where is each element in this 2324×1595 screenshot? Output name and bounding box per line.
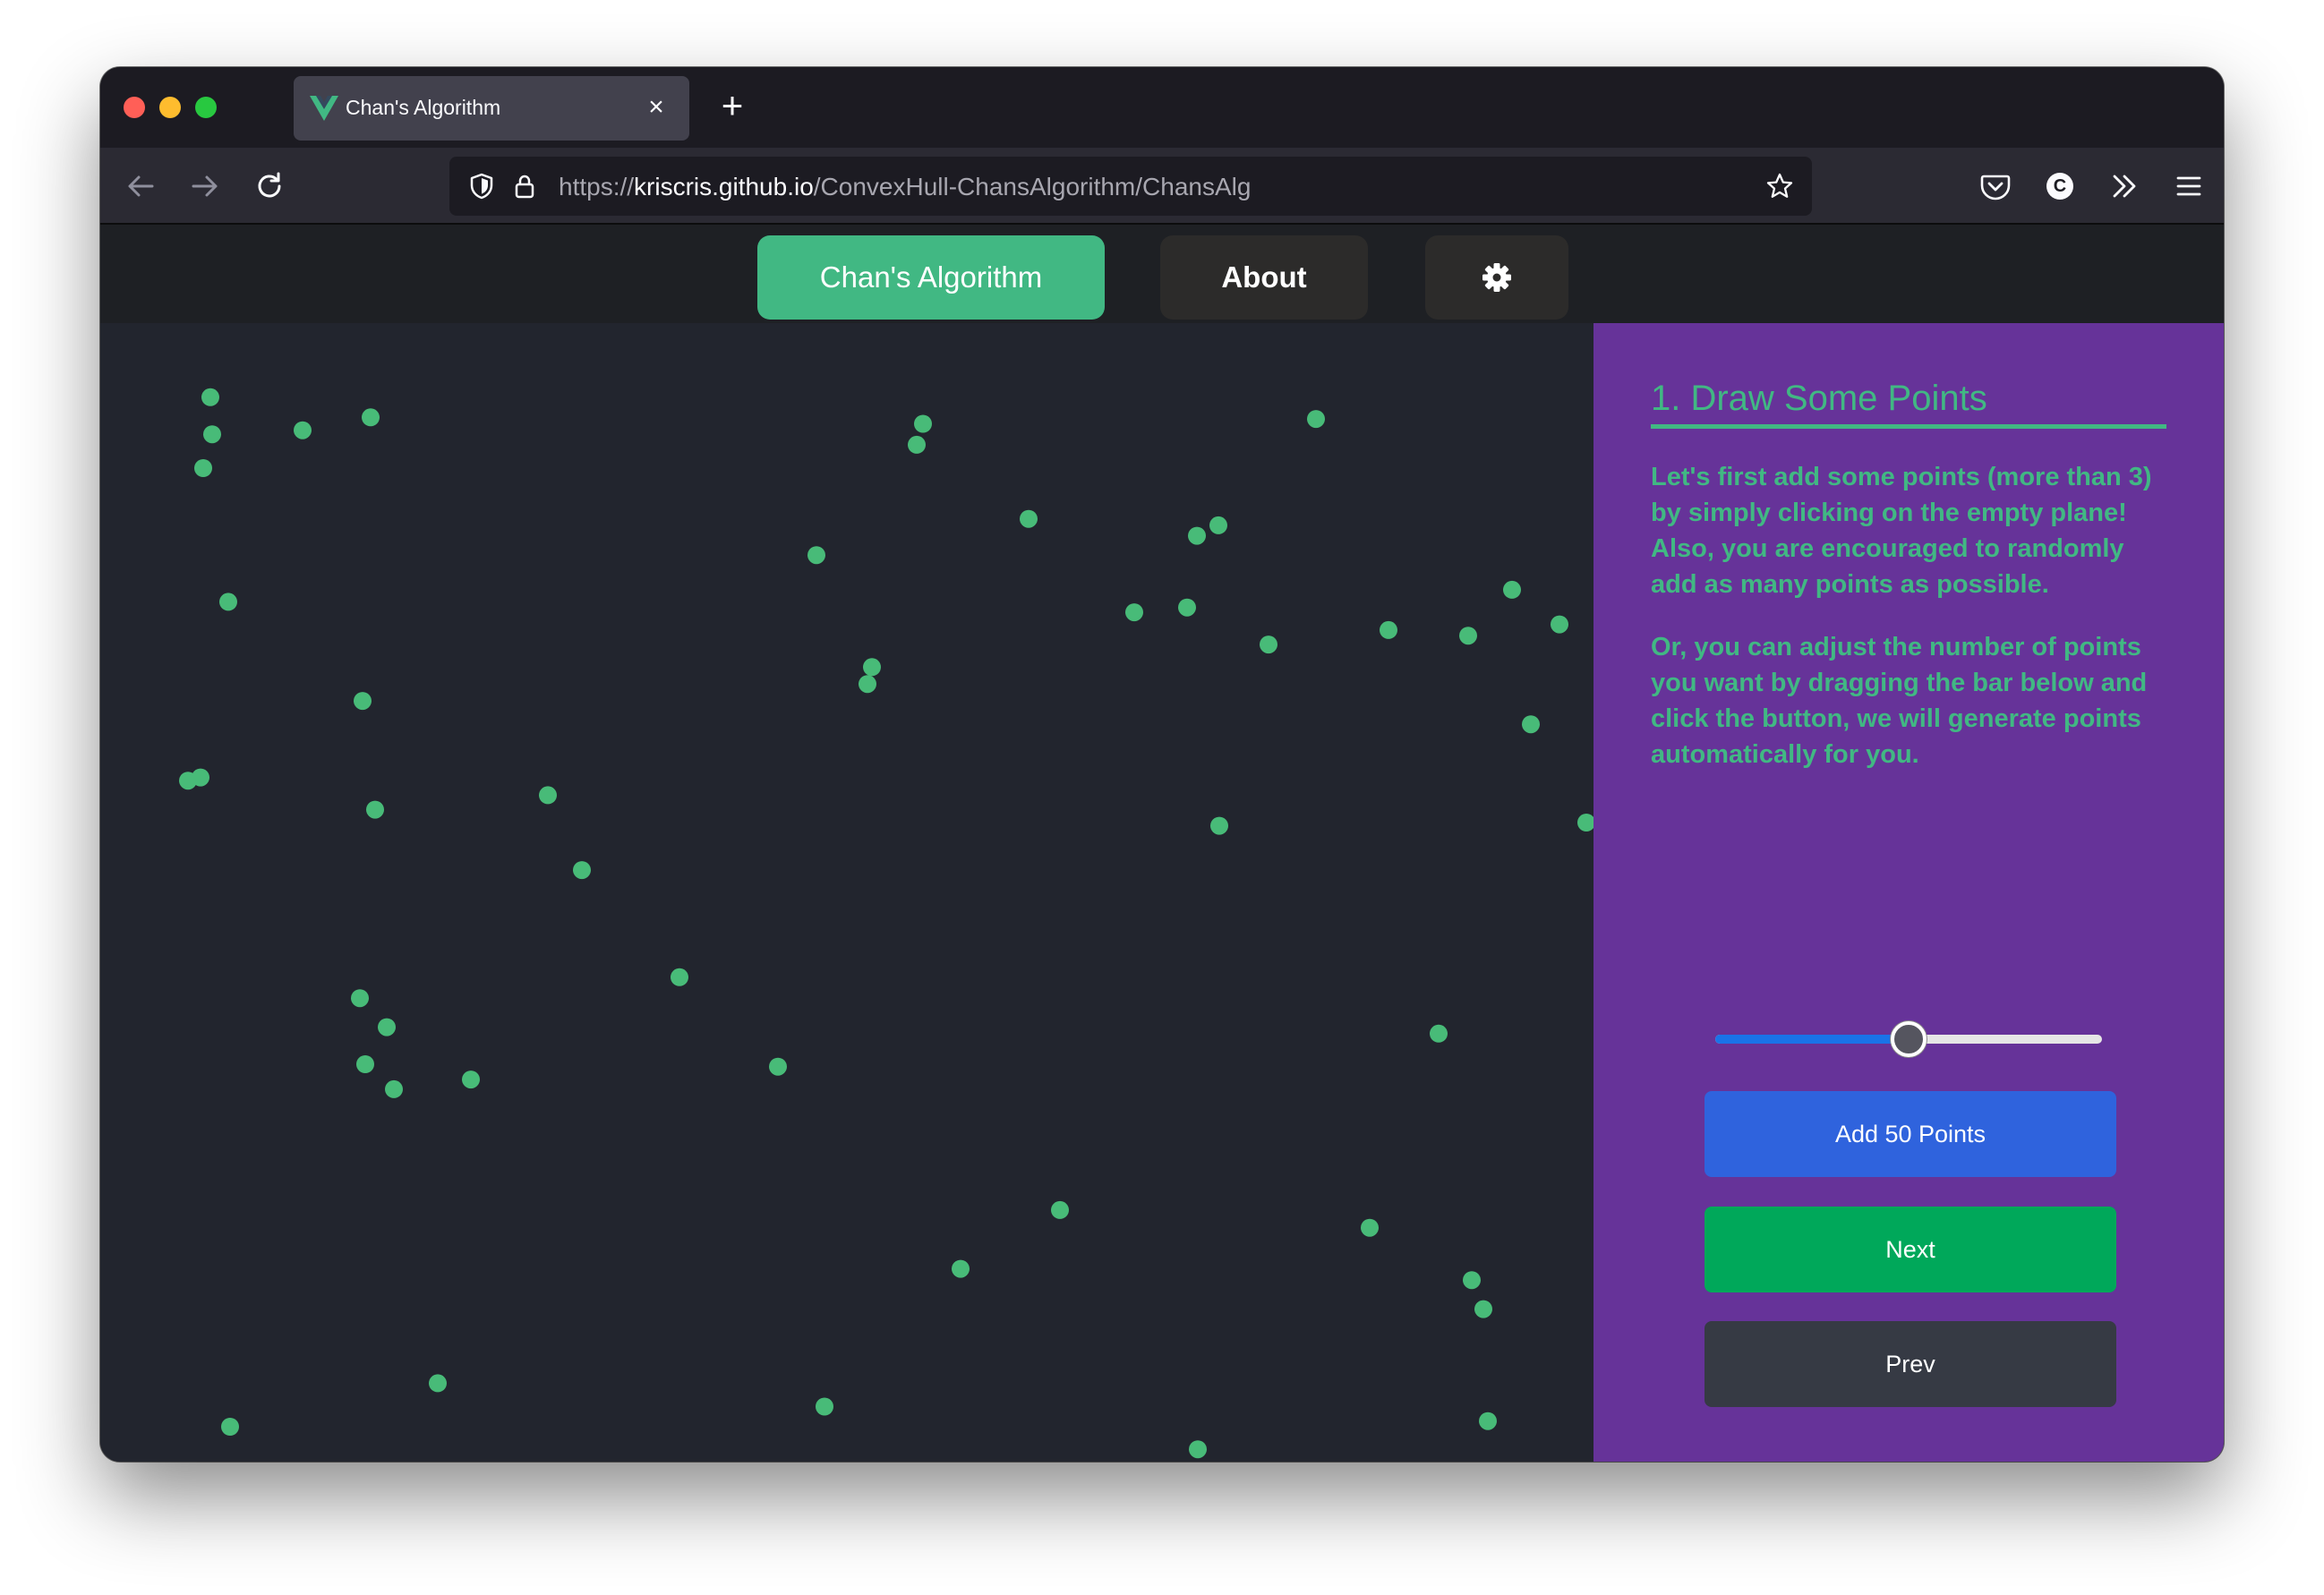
arrow-right-icon	[192, 175, 218, 197]
forward-button[interactable]	[183, 164, 227, 209]
plane-point	[1361, 1218, 1379, 1237]
close-tab-icon[interactable]: ×	[641, 92, 671, 123]
plane-point	[194, 459, 212, 477]
url-host: kriscris.github.io	[634, 173, 814, 200]
plane-point	[1260, 635, 1277, 654]
plane-point	[356, 1055, 374, 1073]
browser-window: Chan's Algorithm × + https://kriscris.gi…	[100, 67, 2224, 1462]
plane-point	[952, 1259, 970, 1278]
plane-point	[219, 593, 237, 611]
lock-icon[interactable]	[510, 172, 539, 200]
plane-point	[1474, 1300, 1492, 1318]
url-scheme: https://	[559, 173, 635, 200]
reload-icon	[258, 172, 281, 198]
plane-point	[539, 786, 557, 805]
plane-point	[671, 968, 688, 986]
points-count-slider[interactable]	[1715, 1021, 2102, 1057]
plane-point	[203, 425, 221, 444]
plane-point	[1459, 627, 1477, 645]
plane-point	[914, 414, 932, 433]
plane-point	[1479, 1412, 1497, 1430]
plane-point	[859, 675, 876, 694]
prev-button[interactable]: Prev	[1705, 1321, 2116, 1407]
slider-thumb[interactable]	[1891, 1021, 1927, 1057]
close-window-button[interactable]	[124, 97, 145, 118]
plane-point	[1020, 509, 1038, 528]
minimize-window-button[interactable]	[159, 97, 181, 118]
plane-point	[462, 1070, 480, 1089]
plane-point	[807, 546, 825, 565]
address-bar[interactable]: https://kriscris.github.io/ConvexHull-Ch…	[449, 157, 1812, 216]
plane-point	[1551, 615, 1568, 634]
url-path: /ConvexHull-ChansAlgorithm/ChansAlg	[813, 173, 1252, 200]
plane-point	[1209, 516, 1227, 534]
plane-point	[1189, 1440, 1207, 1459]
plane-point	[1051, 1200, 1069, 1219]
arrow-left-icon	[128, 175, 154, 197]
plane-point	[769, 1057, 787, 1076]
plane-point	[294, 421, 312, 439]
add-points-button[interactable]: Add 50 Points	[1705, 1091, 2116, 1177]
plane-point	[1125, 603, 1143, 622]
plane-point	[816, 1397, 833, 1416]
plane-point	[385, 1079, 403, 1098]
plane-point	[1210, 816, 1228, 835]
plane-point	[1307, 410, 1325, 429]
plane-point	[378, 1018, 396, 1036]
shield-icon[interactable]	[467, 172, 496, 200]
nav-about-button[interactable]: About	[1160, 235, 1368, 320]
plane-point	[354, 692, 372, 711]
bookmark-star-icon[interactable]	[1765, 172, 1794, 200]
plane-point	[366, 800, 384, 819]
plane-point	[351, 989, 369, 1008]
reload-button[interactable]	[247, 164, 292, 209]
tab-strip: Chan's Algorithm × +	[100, 67, 2224, 148]
url-text[interactable]: https://kriscris.github.io/ConvexHull-Ch…	[559, 173, 1251, 201]
overflow-chevrons-icon[interactable]	[2102, 164, 2147, 209]
plane-point	[1522, 715, 1540, 734]
drawing-plane[interactable]	[100, 323, 1595, 1462]
plane-point	[1178, 598, 1196, 617]
points-layer	[179, 388, 1595, 1459]
plane-point	[429, 1374, 447, 1393]
slider-fill	[1715, 1035, 1909, 1044]
plane-point	[573, 861, 591, 880]
tab-chans-algorithm[interactable]: Chan's Algorithm ×	[294, 76, 689, 141]
zoom-window-button[interactable]	[195, 97, 217, 118]
vue-logo-icon	[310, 96, 338, 121]
plane-point	[1380, 620, 1397, 639]
navigation-toolbar: https://kriscris.github.io/ConvexHull-Ch…	[100, 148, 2224, 225]
settings-button[interactable]	[1425, 235, 1568, 320]
instruction-paragraph-2: Or, you can adjust the number of points …	[1651, 633, 2148, 769]
plane-point	[1430, 1024, 1448, 1043]
plane-point	[908, 435, 926, 454]
next-button[interactable]: Next	[1705, 1207, 2116, 1292]
back-button[interactable]	[118, 164, 163, 209]
plane-point	[1463, 1271, 1481, 1290]
plane-point	[1503, 580, 1521, 599]
plane-point	[201, 388, 219, 406]
account-avatar[interactable]: C	[2038, 164, 2082, 209]
plane-point	[179, 772, 197, 790]
gear-icon	[1482, 263, 1511, 292]
new-tab-button[interactable]: +	[709, 83, 756, 130]
nav-chans-algorithm-button[interactable]: Chan's Algorithm	[757, 235, 1105, 320]
plane-point	[1188, 526, 1206, 545]
tab-title: Chan's Algorithm	[346, 96, 501, 119]
account-initial: C	[2053, 176, 2067, 196]
plane-point	[362, 408, 380, 427]
instructions-panel: 1. Draw Some Points Let's first add some…	[1593, 323, 2224, 1462]
plane-point	[1577, 814, 1595, 832]
step-title: 1. Draw Some Points	[1651, 379, 2166, 429]
pocket-icon[interactable]	[1973, 164, 2018, 209]
instruction-paragraph-1: Let's first add some points (more than 3…	[1651, 463, 2152, 599]
hamburger-menu-icon[interactable]	[2166, 164, 2211, 209]
plane-point	[221, 1418, 239, 1436]
plane-point	[863, 658, 881, 677]
app-header: Chan's Algorithm About	[100, 225, 2224, 323]
